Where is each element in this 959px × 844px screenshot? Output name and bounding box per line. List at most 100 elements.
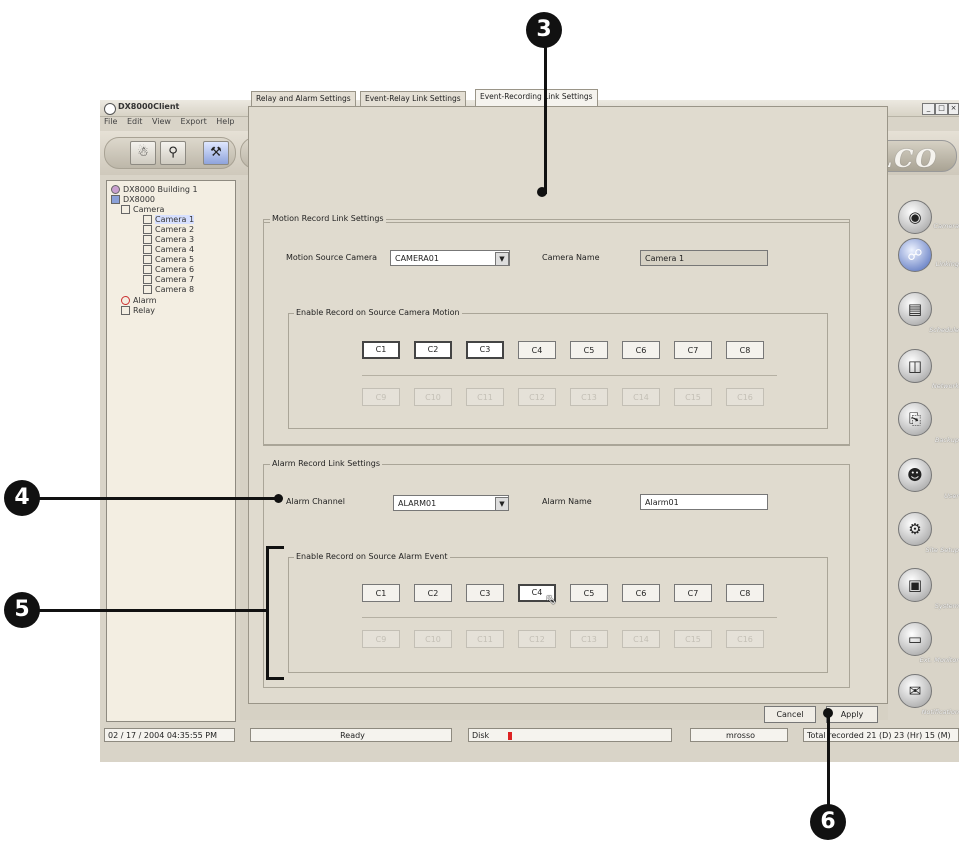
callout-6-leader xyxy=(827,712,830,808)
camera-toggle-c3[interactable]: C3 xyxy=(466,584,504,602)
chevron-down-icon[interactable]: ▼ xyxy=(495,252,509,266)
setup-tools-icon[interactable]: ⚒ xyxy=(203,141,229,165)
menu-help[interactable]: Help xyxy=(216,117,234,126)
tree-item-camera-folder[interactable]: Camera xyxy=(121,205,164,214)
camera-toggle-c15: C15 xyxy=(674,630,712,648)
notification-icon[interactable]: ✉ xyxy=(898,674,932,708)
side-navigation: ◉ Camera ☍ Linking ▤ Schedule ◫ Network … xyxy=(895,196,959,726)
camera-toggle-c16: C16 xyxy=(726,630,764,648)
menu-export[interactable]: Export xyxy=(181,117,207,126)
camera-icon xyxy=(143,265,152,274)
alarm-camera-row-2: C9 C10 C11 C12 C13 C14 C15 C16 xyxy=(362,630,782,650)
live-view-icon[interactable]: ☃ xyxy=(130,141,156,165)
motion-camera-row-2: C9 C10 C11 C12 C13 C14 C15 C16 xyxy=(362,388,782,408)
tree-item-alarm[interactable]: Alarm xyxy=(121,296,157,305)
alarm-name-field[interactable]: Alarm01 xyxy=(640,494,768,510)
tree-item-camera-6[interactable]: Camera 6 xyxy=(143,265,194,274)
callout-5-bracket xyxy=(266,546,284,680)
camera-icon xyxy=(143,215,152,224)
camera-toggle-c14: C14 xyxy=(622,630,660,648)
tree-item-camera-5[interactable]: Camera 5 xyxy=(143,255,194,264)
camera-toggle-c8[interactable]: C8 xyxy=(726,341,764,359)
camera-name-field[interactable]: Camera 1 xyxy=(640,250,768,266)
menu-view[interactable]: View xyxy=(152,117,171,126)
tree-item-camera-4[interactable]: Camera 4 xyxy=(143,245,194,254)
camera-toggle-c9: C9 xyxy=(362,630,400,648)
menu-edit[interactable]: Edit xyxy=(127,117,143,126)
cancel-button[interactable]: Cancel xyxy=(764,706,816,723)
callout-4-dot xyxy=(274,494,283,503)
nav-ext-monitor-label: Ext. Monitor xyxy=(919,656,959,664)
tree-item-relay[interactable]: Relay xyxy=(121,306,155,315)
camera-toggle-c11: C11 xyxy=(466,630,504,648)
alarm-channel-label: Alarm Channel xyxy=(286,497,345,506)
linking-icon[interactable]: ☍ xyxy=(898,238,932,272)
status-disk: Disk xyxy=(468,728,672,742)
status-state: Ready xyxy=(250,728,452,742)
tree-item-camera-2[interactable]: Camera 2 xyxy=(143,225,194,234)
user-icon[interactable]: ☻ xyxy=(898,458,932,492)
tab-event-recording-link-settings[interactable]: Event-Recording Link Settings xyxy=(475,89,598,106)
monitor-icon[interactable]: ▭ xyxy=(898,622,932,656)
camera-toggle-c16: C16 xyxy=(726,388,764,406)
nav-camera-label: Camera xyxy=(933,222,959,230)
camera-toggle-c3[interactable]: C3 xyxy=(466,341,504,359)
camera-toggle-c7[interactable]: C7 xyxy=(674,584,712,602)
camera-icon xyxy=(143,255,152,264)
camera-toggle-c6[interactable]: C6 xyxy=(622,584,660,602)
status-datetime: 02 / 17 / 2004 04:35:55 PM xyxy=(104,728,235,742)
alarm-channel-dropdown[interactable]: ALARM01 xyxy=(393,495,509,511)
minimize-button[interactable]: _ xyxy=(922,103,935,115)
camera-toggle-c4[interactable]: C4 xyxy=(518,341,556,359)
site-setup-icon[interactable]: ⚙ xyxy=(898,512,932,546)
alarm-name-label: Alarm Name xyxy=(542,497,592,506)
callout-6: 6 xyxy=(810,804,846,840)
close-button[interactable]: × xyxy=(948,103,959,115)
apply-button[interactable]: Apply xyxy=(826,706,878,723)
camera-icon xyxy=(143,235,152,244)
tab-event-relay-link-settings[interactable]: Event-Relay Link Settings xyxy=(360,91,466,107)
camera-toggle-c6[interactable]: C6 xyxy=(622,341,660,359)
tree-item-camera-1[interactable]: Camera 1 xyxy=(143,215,195,224)
tab-relay-alarm-settings[interactable]: Relay and Alarm Settings xyxy=(251,91,356,107)
chevron-down-icon[interactable]: ▼ xyxy=(495,497,509,511)
camera-folder-icon xyxy=(121,205,130,214)
network-icon[interactable]: ◫ xyxy=(898,349,932,383)
camera-toggle-c1[interactable]: C1 xyxy=(362,341,400,359)
nav-system-label: System xyxy=(934,602,959,610)
camera-toggle-c10: C10 xyxy=(414,388,452,406)
callout-3: 3 xyxy=(526,12,562,48)
nav-user-label: User xyxy=(944,492,959,500)
alarm-enable-group xyxy=(288,557,828,673)
motion-source-dropdown[interactable]: CAMERA01 xyxy=(390,250,510,266)
camera-toggle-c1[interactable]: C1 xyxy=(362,584,400,602)
server-icon xyxy=(111,195,120,204)
search-icon[interactable]: ⚲ xyxy=(160,141,186,165)
tree-item-dx8000[interactable]: DX8000 xyxy=(111,195,155,204)
camera-toggle-c2[interactable]: C2 xyxy=(414,584,452,602)
device-tree[interactable]: DX8000 Building 1 DX8000 Camera Camera 1… xyxy=(106,180,236,722)
nav-linking-label: Linking xyxy=(935,260,959,268)
callout-6-dot xyxy=(823,708,833,718)
camera-toggle-c2[interactable]: C2 xyxy=(414,341,452,359)
maximize-button[interactable]: □ xyxy=(935,103,948,115)
camera-toggle-c7[interactable]: C7 xyxy=(674,341,712,359)
tree-item-building[interactable]: DX8000 Building 1 xyxy=(111,185,198,194)
schedule-icon[interactable]: ▤ xyxy=(898,292,932,326)
tree-item-camera-8[interactable]: Camera 8 xyxy=(143,285,194,294)
camera-icon[interactable]: ◉ xyxy=(898,200,932,234)
camera-toggle-c8[interactable]: C8 xyxy=(726,584,764,602)
alarm-camera-row-1: C1 C2 C3 C4 C5 C6 C7 C8 xyxy=(362,584,782,604)
menu-file[interactable]: File xyxy=(104,117,117,126)
nav-network-label: Network xyxy=(931,382,959,390)
backup-icon[interactable]: ⎘ xyxy=(898,402,932,436)
tree-item-camera-7[interactable]: Camera 7 xyxy=(143,275,194,284)
camera-toggle-c10: C10 xyxy=(414,630,452,648)
camera-toggle-c5[interactable]: C5 xyxy=(570,341,608,359)
mouse-pointer-icon: ⬁ xyxy=(545,592,557,608)
motion-enable-group xyxy=(288,313,828,429)
camera-toggle-c5[interactable]: C5 xyxy=(570,584,608,602)
window-title: DX8000Client xyxy=(118,102,180,111)
system-icon[interactable]: ▣ xyxy=(898,568,932,602)
tree-item-camera-3[interactable]: Camera 3 xyxy=(143,235,194,244)
